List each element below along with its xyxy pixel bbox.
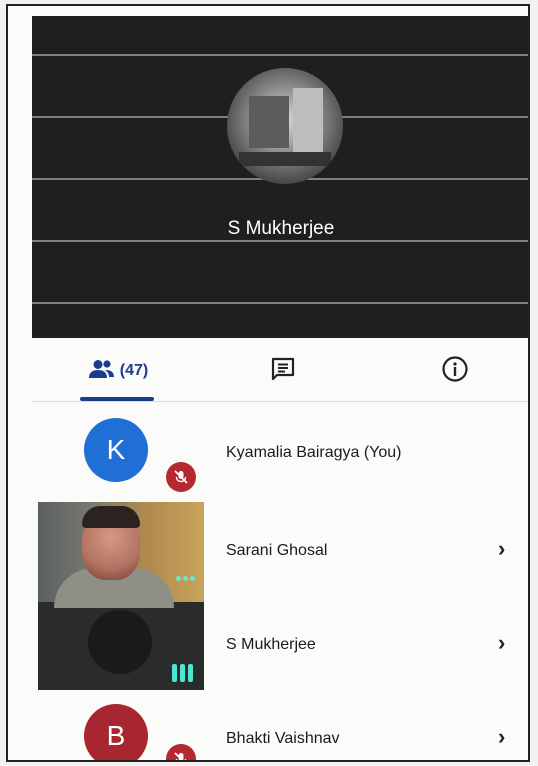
tab-people[interactable]: (47)	[68, 342, 168, 400]
scanline	[32, 302, 528, 304]
main-video-stage: S Mukherjee	[32, 16, 528, 338]
participant-name: Kyamalia Bairagya (You)	[226, 444, 402, 461]
scanline	[32, 240, 528, 242]
chevron-right-icon[interactable]: ›	[498, 536, 505, 562]
tab-chat[interactable]	[258, 342, 308, 400]
participant-list: K Kyamalia Bairagya (You) Sarani Ghosal …	[32, 402, 528, 760]
avatar: B	[84, 704, 148, 760]
participant-name: S Mukherjee	[226, 636, 316, 653]
participant-name: Sarani Ghosal	[226, 542, 328, 559]
mic-off-icon	[166, 744, 196, 760]
tab-bar: (47)	[32, 342, 528, 402]
video-placeholder-circle	[88, 610, 152, 674]
avatar-letter: K	[106, 434, 126, 465]
more-dots-icon	[176, 568, 198, 581]
video-person-hair	[82, 506, 140, 528]
mic-off-icon	[166, 462, 196, 492]
chevron-right-icon[interactable]: ›	[498, 724, 505, 750]
speaker-name: S Mukherjee	[227, 218, 335, 239]
avatar-photo-detail	[293, 88, 323, 152]
participant-video-tile[interactable]	[38, 502, 204, 690]
avatar-photo-detail	[249, 96, 289, 148]
info-icon	[441, 355, 469, 388]
chat-icon	[270, 356, 296, 387]
speaker-avatar	[227, 68, 343, 184]
scanline	[32, 54, 528, 56]
app-frame: S Mukherjee (47) K Kyamalia Bairagya (Yo…	[6, 4, 530, 762]
participant-count: (47)	[119, 362, 149, 379]
audio-level-icon	[172, 662, 198, 682]
people-icon	[88, 359, 116, 384]
chevron-right-icon[interactable]: ›	[498, 630, 505, 656]
avatar-photo-detail	[239, 152, 331, 166]
avatar-letter: B	[106, 720, 126, 751]
tab-info[interactable]	[430, 342, 480, 400]
participant-name: Bhakti Vaishnav	[226, 730, 340, 747]
avatar: K	[84, 418, 148, 482]
